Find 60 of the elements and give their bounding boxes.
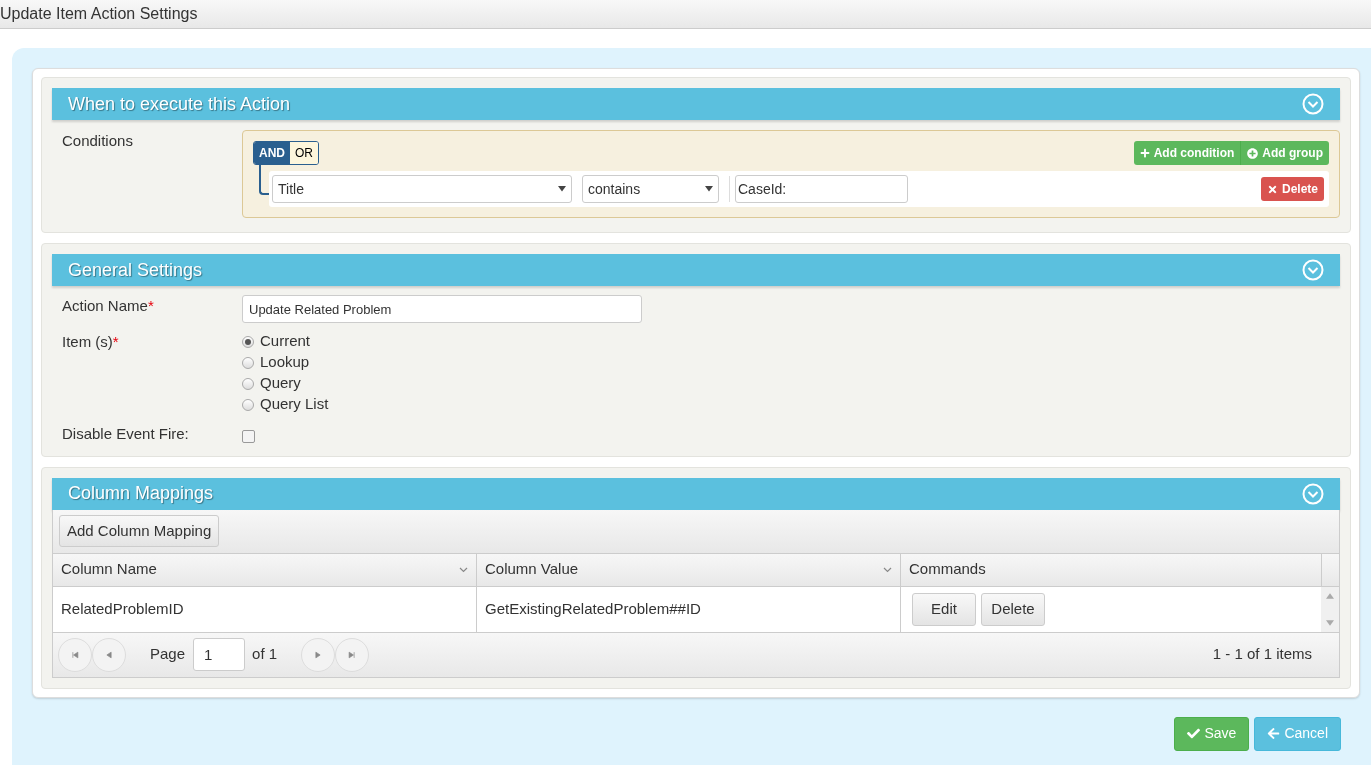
required-mark: * xyxy=(112,333,119,350)
column-header[interactable]: Column Value xyxy=(477,553,901,586)
logic-option[interactable]: OR xyxy=(290,142,318,164)
pager-next-icon xyxy=(313,649,324,660)
panel-title: When to execute this Action xyxy=(68,92,291,116)
table-cell: GetExistingRelatedProblem##ID xyxy=(477,586,901,632)
value-input[interactable]: CaseId: xyxy=(735,175,908,203)
dropdown-caret-icon xyxy=(705,186,713,192)
radio-button[interactable] xyxy=(242,377,254,390)
scroll-down-arrow-icon[interactable] xyxy=(1326,619,1334,626)
logic-option[interactable]: AND xyxy=(254,142,290,164)
page-input[interactable]: 1 xyxy=(193,638,246,671)
check-icon xyxy=(1187,727,1201,740)
chevron-down-icon xyxy=(883,566,892,573)
add-column-mapping-button[interactable]: Add Column Mapping xyxy=(59,515,220,547)
field-select[interactable]: Title xyxy=(272,175,572,203)
pager-first-icon xyxy=(70,649,80,660)
panel-title: Column Mappings xyxy=(68,482,214,505)
dropdown-caret-icon xyxy=(558,186,566,192)
column-header[interactable]: Commands xyxy=(901,553,1321,586)
close-icon xyxy=(1266,183,1278,195)
radio-label: Query xyxy=(260,373,301,394)
operator-select[interactable]: contains xyxy=(582,175,719,203)
radio-label: Query List xyxy=(260,394,329,415)
chevron-down-icon xyxy=(459,566,468,573)
radio-button[interactable] xyxy=(242,398,254,411)
field-label: Item (s)* xyxy=(61,332,120,352)
field-label: Conditions xyxy=(61,131,134,151)
table-cell: RelatedProblemID xyxy=(53,586,477,632)
collapse-icon[interactable] xyxy=(1302,259,1324,281)
pager-last-button[interactable] xyxy=(335,637,370,672)
checkbox[interactable] xyxy=(242,429,255,443)
action-name-input[interactable]: Update Related Problem xyxy=(242,295,642,323)
collapse-icon[interactable] xyxy=(1302,93,1324,115)
row-command-button[interactable]: Edit xyxy=(912,592,976,626)
arrow-left-icon xyxy=(1267,727,1281,740)
scrollbar[interactable] xyxy=(1321,586,1339,632)
row-command-button[interactable]: Delete xyxy=(981,592,1045,626)
pager-label: Page xyxy=(150,644,186,665)
radio-button[interactable] xyxy=(242,335,254,348)
required-mark: * xyxy=(147,297,154,314)
window-title: Update Item Action Settings xyxy=(0,4,198,24)
radio-label: Current xyxy=(260,331,311,352)
pager-first-button[interactable] xyxy=(58,637,92,672)
delete-rule-button[interactable]: Delete xyxy=(1260,177,1324,201)
pager-prev-icon xyxy=(104,649,114,660)
pager-summary: 1 - 1 of 1 items xyxy=(1212,644,1312,665)
scroll-up-arrow-icon[interactable] xyxy=(1326,592,1334,599)
panel-title: General Settings xyxy=(68,258,203,282)
collapse-icon[interactable] xyxy=(1302,482,1324,505)
field-label: Action Name* xyxy=(61,296,155,316)
field-label: Disable Event Fire: xyxy=(61,424,190,444)
pager-last-icon xyxy=(347,649,358,660)
radio-label: Lookup xyxy=(260,352,310,373)
pager-prev-button[interactable] xyxy=(92,637,126,672)
column-header[interactable]: Column Name xyxy=(53,553,477,586)
plus-icon xyxy=(1139,148,1150,158)
pager-total: of 1 xyxy=(252,644,278,665)
radio-button[interactable] xyxy=(242,356,254,369)
pager-next-button[interactable] xyxy=(301,637,336,672)
